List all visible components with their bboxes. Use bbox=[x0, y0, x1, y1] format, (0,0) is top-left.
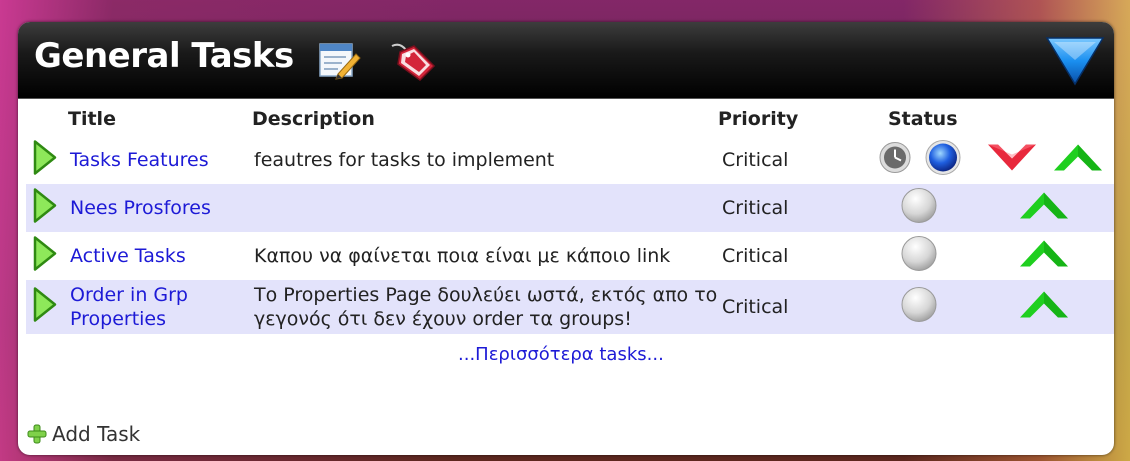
task-row: Tasks Features feautres for tasks to imp… bbox=[26, 136, 1114, 184]
play-icon[interactable] bbox=[32, 286, 58, 329]
task-row: Nees Prosfores Critical bbox=[26, 184, 1114, 232]
col-status: Status bbox=[888, 108, 958, 130]
notepad-icon bbox=[318, 40, 362, 84]
task-title-link[interactable]: Active Tasks bbox=[70, 244, 240, 268]
more-tasks-link[interactable]: ...Περισσότερα tasks... bbox=[458, 344, 664, 365]
plus-icon bbox=[27, 424, 47, 444]
play-icon[interactable] bbox=[32, 187, 58, 230]
play-icon[interactable] bbox=[32, 139, 58, 182]
col-priority: Priority bbox=[718, 108, 799, 130]
grey-orb-icon[interactable] bbox=[900, 286, 938, 329]
grey-orb-icon[interactable] bbox=[900, 235, 938, 278]
blue-triangle-down-icon[interactable] bbox=[1044, 34, 1106, 92]
task-description: Το Properties Page δουλεύει ωστά, εκτός … bbox=[254, 284, 718, 330]
col-title: Title bbox=[68, 108, 116, 130]
green-up-arrow-icon[interactable] bbox=[1052, 141, 1104, 180]
task-title-link[interactable]: Nees Prosfores bbox=[70, 196, 240, 220]
task-row: Active Tasks Καπου να φαίνεται ποια είνα… bbox=[26, 232, 1114, 280]
add-task-button[interactable]: Add Task bbox=[26, 422, 140, 446]
grey-orb-icon[interactable] bbox=[900, 187, 938, 230]
blue-orb-icon[interactable] bbox=[924, 139, 962, 182]
add-task-label: Add Task bbox=[52, 422, 141, 446]
task-priority: Critical bbox=[722, 296, 789, 318]
task-title-link[interactable]: Order in Grp Properties bbox=[70, 283, 240, 331]
red-down-arrow-icon[interactable] bbox=[986, 141, 1038, 180]
task-priority: Critical bbox=[722, 149, 789, 171]
widget-title: General Tasks bbox=[34, 36, 294, 76]
green-up-arrow-icon[interactable] bbox=[1018, 189, 1070, 228]
green-up-arrow-icon[interactable] bbox=[1018, 237, 1070, 276]
task-description: Καπου να φαίνεται ποια είναι με κάποιο l… bbox=[254, 245, 671, 267]
clock-icon[interactable] bbox=[878, 141, 912, 180]
widget-header: General Tasks bbox=[18, 22, 1114, 99]
tag-icon bbox=[386, 40, 438, 86]
green-up-arrow-icon[interactable] bbox=[1018, 288, 1070, 327]
col-description: Description bbox=[252, 108, 375, 130]
task-row: Order in Grp Properties Το Properties Pa… bbox=[26, 280, 1114, 334]
task-priority: Critical bbox=[722, 245, 789, 267]
table-header: Title Description Priority Status bbox=[18, 108, 1114, 132]
general-tasks-widget: General Tasks Title Description Priority… bbox=[18, 22, 1114, 455]
task-description: feautres for tasks to implement bbox=[254, 149, 555, 171]
task-list: Tasks Features feautres for tasks to imp… bbox=[26, 136, 1114, 334]
task-title-link[interactable]: Tasks Features bbox=[70, 148, 240, 172]
play-icon[interactable] bbox=[32, 235, 58, 278]
task-priority: Critical bbox=[722, 197, 789, 219]
